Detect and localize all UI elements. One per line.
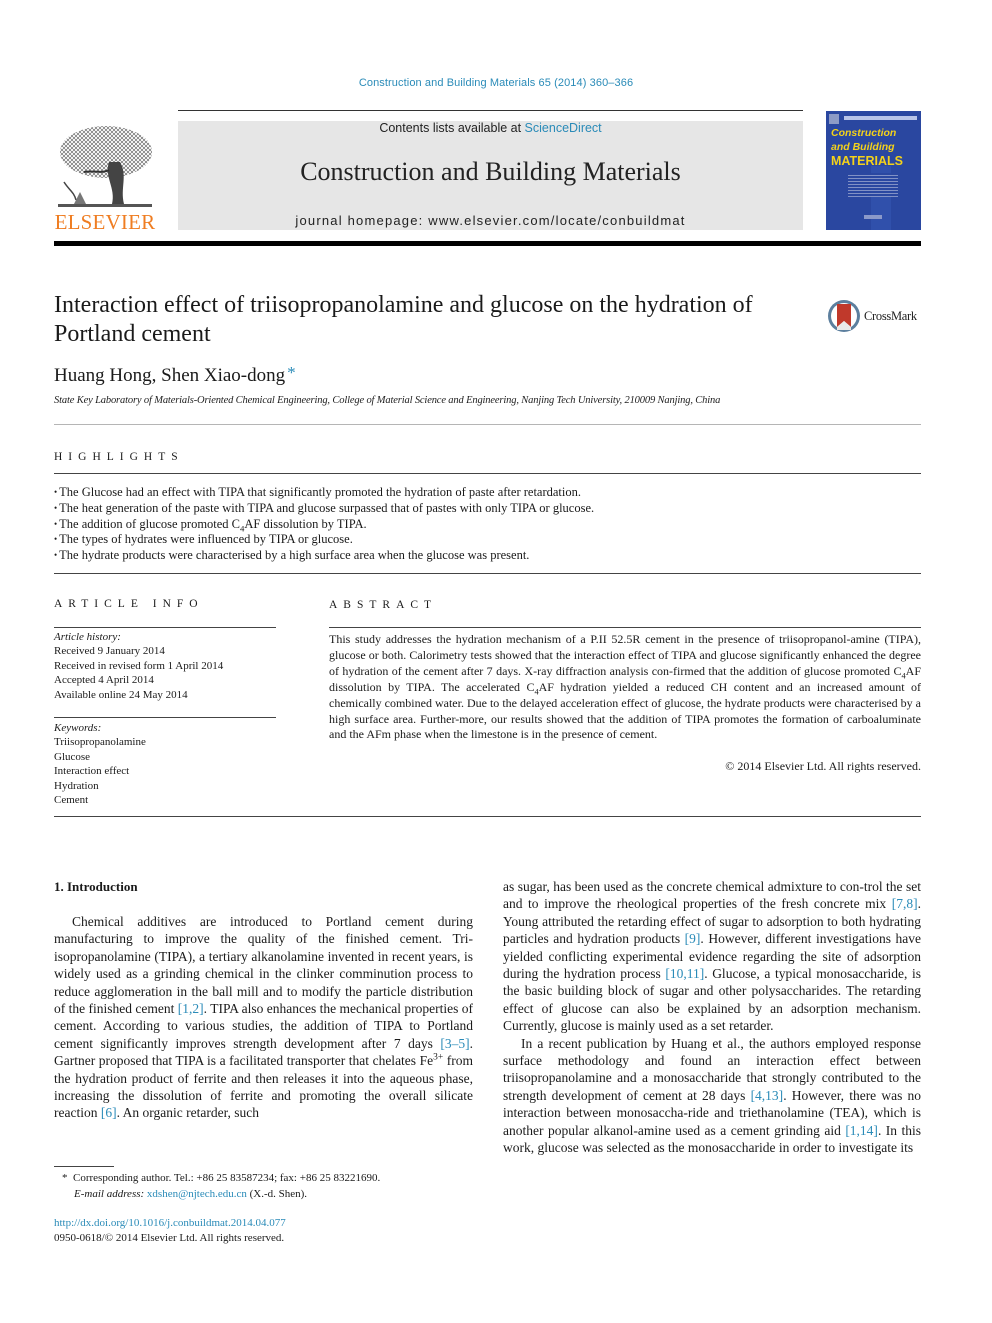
cover-fine-print: [848, 173, 898, 197]
highlight-item: The Glucose had an effect with TIPA that…: [54, 485, 914, 501]
citation-link[interactable]: [7,8]: [892, 896, 918, 911]
highlights-bottom-rule: [54, 573, 921, 574]
section-heading-introduction: 1. Introduction: [54, 879, 138, 894]
footnote-rule: [54, 1166, 114, 1167]
corresponding-author-marker[interactable]: *: [287, 363, 296, 382]
front-matter-bottom-rule: [54, 816, 921, 817]
keyword-item[interactable]: Interaction effect: [54, 764, 276, 778]
article-history-label: Article history:: [54, 631, 121, 643]
citation-link[interactable]: [6]: [101, 1105, 117, 1120]
contents-line: Contents lists available at ScienceDirec…: [178, 121, 803, 135]
keyword-item[interactable]: Cement: [54, 793, 276, 807]
header-thick-rule: [54, 241, 921, 246]
citation-link[interactable]: [1,14]: [845, 1123, 878, 1138]
article-history: Article history: Received 9 January 2014…: [54, 630, 276, 702]
contents-prefix: Contents lists available at: [379, 121, 525, 135]
keyword-item[interactable]: Triisopropanolamine: [54, 735, 276, 749]
history-received: Received 9 January 2014: [54, 645, 165, 658]
authors-names: Huang Hong, Shen Xiao-dong: [54, 365, 286, 386]
highlight-item: The types of hydrates were influenced by…: [54, 532, 914, 548]
citation-link[interactable]: [4,13]: [751, 1088, 784, 1103]
abstract-copyright: © 2014 Elsevier Ltd. All rights reserved…: [725, 759, 921, 773]
keywords-rule: [54, 717, 276, 718]
abstract-text: This study addresses the hydration mecha…: [329, 632, 921, 742]
paragraph: as sugar, has been used as the concrete …: [503, 879, 921, 1034]
doi-link[interactable]: http://dx.doi.org/10.1016/j.conbuildmat.…: [54, 1217, 286, 1229]
corresponding-author-footnote: * Corresponding author. Tel.: +86 25 835…: [62, 1170, 482, 1202]
footnote-email: E-mail address: xdshen@njtech.edu.cn (X.…: [74, 1188, 308, 1200]
cover-title-line1: Construction: [831, 127, 897, 139]
cover-bar: [844, 116, 917, 120]
elsevier-wordmark: ELSEVIER: [54, 210, 156, 234]
doi-block: http://dx.doi.org/10.1016/j.conbuildmat.…: [54, 1216, 286, 1246]
citation-link[interactable]: [3–5]: [440, 1036, 469, 1051]
journal-reference-link[interactable]: Construction and Building Materials 65 (…: [0, 77, 992, 89]
author-list: Huang Hong, Shen Xiao-dong *: [54, 363, 296, 387]
highlight-item: The heat generation of the paste with TI…: [54, 501, 914, 517]
author-affiliation: State Key Laboratory of Materials-Orient…: [54, 395, 721, 406]
history-accepted: Accepted 4 April 2014: [54, 674, 154, 687]
sciencedirect-link[interactable]: ScienceDirect: [525, 121, 602, 135]
history-online: Available online 24 May 2014: [54, 688, 188, 701]
citation-link[interactable]: [1,2]: [178, 1001, 204, 1016]
email-link[interactable]: xdshen@njtech.edu.cn: [147, 1188, 247, 1200]
keyword-item[interactable]: Glucose: [54, 750, 276, 764]
article-title: Interaction effect of triisopropanolamin…: [54, 292, 753, 347]
cover-title-line3: MATERIALS: [831, 154, 903, 168]
highlights-heading: HIGHLIGHTS: [54, 451, 184, 463]
issn-line: 0950-0618/© 2014 Elsevier Ltd. All right…: [54, 1232, 285, 1244]
abstract-heading: ABSTRACT: [329, 599, 438, 611]
affiliation-divider: [54, 424, 921, 425]
journal-title: Construction and Building Materials: [300, 157, 681, 186]
cover-footer: [864, 215, 882, 219]
body-column-left: Chemical additives are introduced to Por…: [54, 913, 473, 1122]
paragraph: Chemical additives are introduced to Por…: [54, 914, 473, 1121]
article-info-heading: ARTICLE INFO: [54, 598, 204, 610]
citation-link[interactable]: [9]: [685, 931, 701, 946]
body-column-right: as sugar, has been used as the concrete …: [503, 878, 921, 1157]
abstract-rule: [329, 627, 921, 628]
history-revised: Received in revised form 1 April 2014: [54, 659, 224, 672]
keywords-label: Keywords:: [54, 722, 102, 734]
highlight-item: The addition of glucose promoted C4AF di…: [54, 517, 914, 533]
keyword-item[interactable]: Hydration: [54, 779, 276, 793]
citation-link[interactable]: [10,11]: [665, 966, 704, 981]
footnote-contact: * Corresponding author. Tel.: +86 25 835…: [62, 1172, 381, 1184]
journal-homepage[interactable]: journal homepage: www.elsevier.com/locat…: [178, 213, 803, 228]
header-top-rule: [178, 110, 803, 111]
journal-cover-image[interactable]: Construction and Building MATERIALS: [826, 111, 921, 230]
cover-title-line2: and Building: [831, 141, 895, 153]
highlights-top-rule: [54, 473, 921, 474]
highlight-item: The hydrate products were characterised …: [54, 548, 914, 564]
crossmark-label: CrossMark: [864, 308, 917, 323]
crossmark-button[interactable]: CrossMark: [827, 298, 927, 334]
article-info-rule: [54, 627, 276, 628]
highlights-list: The Glucose had an effect with TIPA that…: [54, 485, 914, 564]
cover-logo-icon: [829, 114, 839, 124]
crossmark-icon: [828, 300, 860, 332]
paragraph: In a recent publication by Huang et al.,…: [503, 1035, 921, 1156]
keywords-block: Keywords: Triisopropanolamine Glucose In…: [54, 721, 276, 807]
